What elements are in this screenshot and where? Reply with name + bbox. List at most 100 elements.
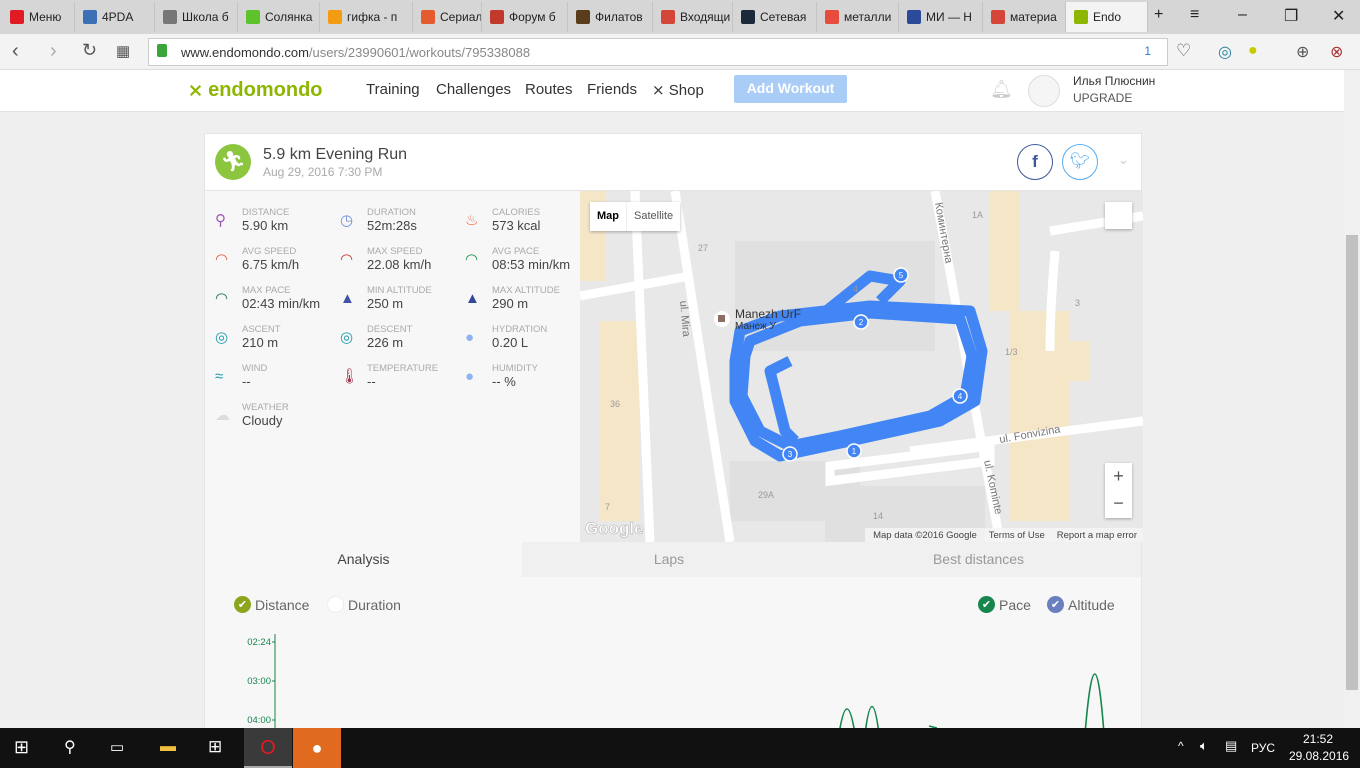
browser-tab[interactable]: Сетевая bbox=[733, 2, 817, 32]
check-icon: ✔ bbox=[234, 596, 251, 613]
fullscreen-icon[interactable] bbox=[1105, 202, 1132, 229]
new-tab-button[interactable]: + bbox=[1154, 6, 1163, 24]
twitter-share-button[interactable]: 🐦︎ bbox=[1062, 144, 1098, 180]
logo[interactable]: ⨯ endomondo bbox=[188, 79, 323, 102]
clock-time[interactable]: 21:52 bbox=[1303, 732, 1333, 746]
map-canvas: 1 2 3 4 5 27 4 1A 3 1/3 36 29A 14 7 ul. Mira Коминте… bbox=[580, 191, 1143, 542]
download-icon[interactable]: ⊕ bbox=[1296, 42, 1309, 62]
stat-value: 52m:28s bbox=[367, 218, 417, 233]
tab-label: Школа б bbox=[182, 10, 229, 24]
browser-tab[interactable]: материа bbox=[983, 2, 1066, 32]
terms-link[interactable]: Terms of Use bbox=[989, 530, 1045, 542]
tab-label: Сериал bbox=[440, 10, 482, 24]
add-workout-button[interactable]: Add Workout bbox=[734, 75, 847, 103]
browser-tab[interactable]: Филатов bbox=[568, 2, 653, 32]
tray-chevron-icon[interactable]: ^ bbox=[1178, 739, 1184, 753]
browser-tab[interactable]: Endo bbox=[1066, 2, 1148, 32]
search-icon[interactable]: ⚲ bbox=[64, 737, 76, 757]
tab-label: Входящи bbox=[680, 10, 731, 24]
stat-value: 6.75 km/h bbox=[242, 257, 300, 272]
extension-icon[interactable]: ⊗ bbox=[1330, 42, 1343, 62]
nav-shop[interactable]: ⨯ Shop bbox=[652, 81, 704, 99]
store-icon[interactable]: ⊞ bbox=[208, 737, 222, 757]
stat-label: MIN ALTITUDE bbox=[367, 285, 432, 296]
chevron-down-icon[interactable]: ⌄ bbox=[1118, 152, 1129, 168]
google-logo: Google bbox=[585, 519, 644, 538]
favicon-icon bbox=[328, 10, 342, 24]
browser-tab[interactable]: Меню bbox=[2, 2, 75, 32]
browser-tab[interactable]: Входящи bbox=[653, 2, 733, 32]
upgrade-link[interactable]: UPGRADE bbox=[1073, 91, 1132, 105]
browser-tab[interactable]: МИ — Н bbox=[899, 2, 983, 32]
map-type-satellite-button[interactable]: Satellite bbox=[627, 202, 680, 231]
tab-analysis[interactable]: Analysis bbox=[205, 542, 522, 577]
url-input[interactable]: www.endomondo.com/users/23990601/workout… bbox=[148, 38, 1168, 66]
browser-tab[interactable]: Солянка bbox=[238, 2, 320, 32]
zoom-in-button[interactable]: + bbox=[1105, 463, 1132, 490]
tab-label: Endo bbox=[1093, 10, 1122, 24]
tab-menu-button[interactable]: ≡ bbox=[1190, 6, 1199, 24]
adblock-badge[interactable]: 1 bbox=[1144, 44, 1151, 58]
tab-laps[interactable]: Laps bbox=[522, 542, 816, 577]
windows-start-icon[interactable]: ⊞ bbox=[14, 737, 29, 758]
x-option-distance[interactable]: ✔ Distance bbox=[234, 596, 309, 613]
volume-icon[interactable]: 🔈︎ bbox=[1200, 738, 1208, 754]
browser-tab[interactable]: гифка - п bbox=[320, 2, 413, 32]
tab-best-distances[interactable]: Best distances bbox=[816, 542, 1141, 577]
zoom-out-button[interactable]: − bbox=[1105, 490, 1132, 517]
browser-tab[interactable]: 4PDA bbox=[75, 2, 155, 32]
x-option-duration[interactable]: Duration bbox=[327, 596, 401, 613]
lap-marker: 3 bbox=[788, 450, 793, 459]
analysis-tabs: Analysis Laps Best distances bbox=[205, 542, 1141, 577]
avatar[interactable] bbox=[1028, 75, 1060, 107]
language-indicator[interactable]: РУС bbox=[1251, 741, 1275, 755]
browser-tab-bar: Меню 4PDA Школа б Солянка гифка - п Сериал Фор… bbox=[0, 0, 1360, 34]
close-window-button[interactable]: ✕ bbox=[1332, 6, 1345, 26]
nav-routes[interactable]: Routes bbox=[525, 81, 573, 98]
workout-card: 🏃︎ 5.9 km Evening Run Aug 29, 2016 7:30 … bbox=[204, 133, 1143, 728]
minimize-button[interactable]: – bbox=[1238, 6, 1247, 24]
back-icon[interactable]: ‹ bbox=[12, 40, 19, 63]
browser-tab[interactable]: Форум б bbox=[482, 2, 568, 32]
report-map-error-link[interactable]: Report a map error bbox=[1057, 530, 1137, 542]
forward-icon[interactable]: › bbox=[50, 40, 57, 63]
clock-date[interactable]: 29.08.2016 bbox=[1289, 749, 1349, 763]
page-scrollbar[interactable] bbox=[1344, 70, 1360, 728]
task-view-icon[interactable]: ▭ bbox=[110, 738, 124, 756]
nav-friends[interactable]: Friends bbox=[587, 81, 637, 98]
user-name[interactable]: Илья Плюснин bbox=[1073, 74, 1155, 88]
stat-label: MAX ALTITUDE bbox=[492, 285, 560, 296]
address-bar-area: ‹ › ↻ ▦ www.endomondo.com/users/23990601… bbox=[0, 34, 1360, 70]
speed-dial-icon[interactable]: ▦ bbox=[116, 42, 130, 60]
nav-training[interactable]: Training bbox=[366, 81, 420, 98]
reload-icon[interactable]: ↻ bbox=[82, 40, 97, 61]
opera-taskbar-button[interactable]: O bbox=[244, 728, 292, 768]
bell-icon[interactable]: 🔔︎ bbox=[990, 79, 1013, 100]
browser-tab[interactable]: Школа б bbox=[155, 2, 238, 32]
map-type-map-button[interactable]: Map bbox=[590, 202, 627, 231]
option-label: Duration bbox=[348, 596, 401, 613]
tab-label: Солянка bbox=[265, 10, 313, 24]
nav-challenges[interactable]: Challenges bbox=[436, 81, 511, 98]
y-option-altitude[interactable]: ✔ Altitude bbox=[1047, 596, 1115, 613]
heart-icon[interactable]: ♡ bbox=[1176, 41, 1191, 61]
maximize-button[interactable]: ❐ bbox=[1284, 6, 1298, 26]
notifications-icon[interactable]: ▤ bbox=[1225, 738, 1237, 754]
extension-icon[interactable]: ● bbox=[1248, 42, 1258, 60]
extension-icon[interactable]: ◎ bbox=[1218, 42, 1232, 62]
y-option-pace[interactable]: ✔ Pace bbox=[978, 596, 1031, 613]
mountain-icon: ▲ bbox=[340, 290, 355, 307]
facebook-share-button[interactable]: f bbox=[1017, 144, 1053, 180]
running-icon: 🏃︎ bbox=[215, 144, 251, 180]
file-explorer-icon[interactable]: ▬ bbox=[160, 738, 176, 756]
map-attribution: Map data ©2016 Google Terms of Use Report … bbox=[865, 528, 1143, 542]
mountain-icon: ▲ bbox=[465, 290, 480, 307]
thermometer-icon: 🌡︎ bbox=[340, 368, 360, 385]
app-taskbar-button[interactable]: ● bbox=[293, 728, 341, 768]
check-icon: ✔ bbox=[978, 596, 995, 613]
browser-tab[interactable]: Сериал bbox=[413, 2, 482, 32]
browser-tab[interactable]: металли bbox=[817, 2, 899, 32]
tab-label: металли bbox=[844, 10, 892, 24]
route-map[interactable]: 1 2 3 4 5 27 4 1A 3 1/3 36 29A 14 7 ul. Mira Коминте… bbox=[580, 191, 1143, 542]
stopwatch-icon: ◷ bbox=[340, 212, 354, 229]
